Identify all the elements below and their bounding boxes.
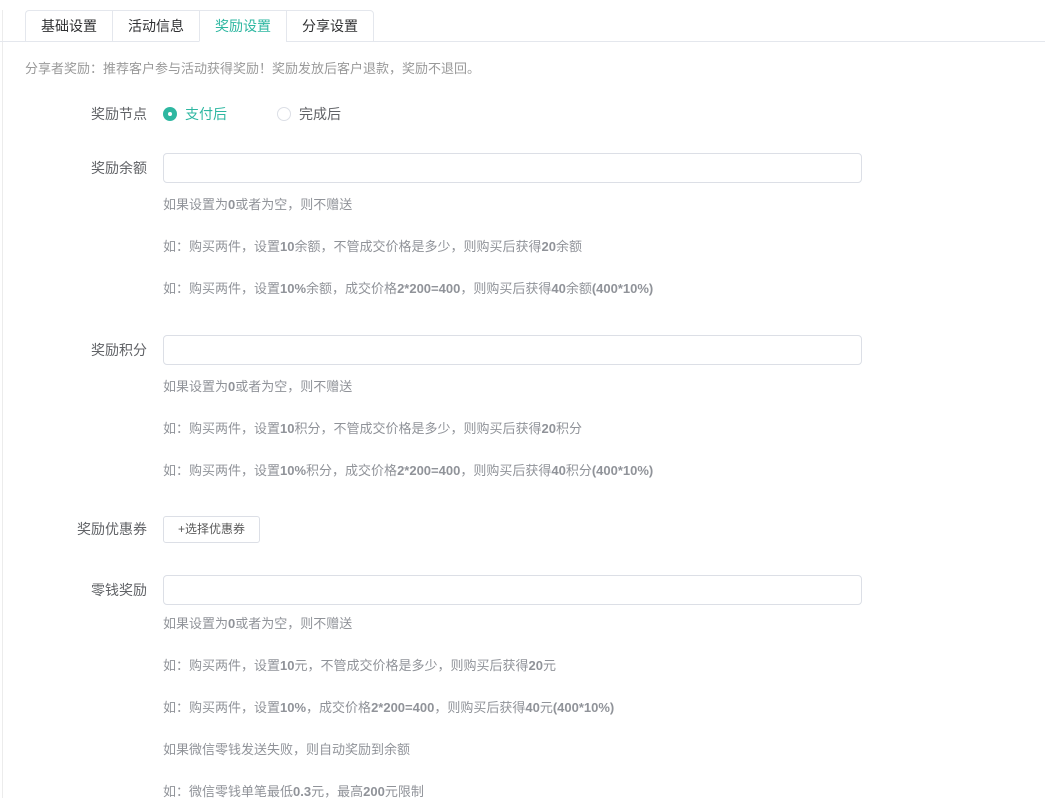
reward-coupon-label: 奖励优惠券 xyxy=(0,516,163,543)
cash-reward-input[interactable] xyxy=(163,575,862,605)
reward-node-row: 奖励节点 支付后 完成后 xyxy=(0,105,1045,123)
reward-balance-row: 奖励余额 xyxy=(0,153,1045,183)
hint-text: 如果设置为0或者为空，则不赠送 xyxy=(163,380,1045,394)
hint-text: 如果微信零钱发送失败，则自动奖励到余额 xyxy=(163,743,1045,757)
reward-balance-hints: 如果设置为0或者为空，则不赠送 如：购买两件，设置10余额，不管成交价格是多少，… xyxy=(163,198,1045,296)
reward-balance-input[interactable] xyxy=(163,153,862,183)
reward-points-label: 奖励积分 xyxy=(0,335,163,365)
hint-text: 如：购买两件，设置10%余额，成交价格2*200=400，则购买后获得40余额(… xyxy=(163,282,1045,296)
hint-text: 如果设置为0或者为空，则不赠送 xyxy=(163,198,1045,212)
hint-text: 如：购买两件，设置10元，不管成交价格是多少，则购买后获得20元 xyxy=(163,659,1045,673)
cash-reward-label: 零钱奖励 xyxy=(0,575,163,605)
hint-text-clipped: 如：微信零钱单笔最低0.3元，最高200元限制 xyxy=(163,785,1045,799)
reward-points-hints: 如果设置为0或者为空，则不赠送 如：购买两件，设置10积分，不管成交价格是多少，… xyxy=(163,380,1045,478)
tab-basic-settings[interactable]: 基础设置 xyxy=(25,10,112,42)
cash-reward-hints: 如果设置为0或者为空，则不赠送 如：购买两件，设置10元，不管成交价格是多少，则… xyxy=(163,617,1045,799)
hint-text: 如：购买两件，设置10%，成交价格2*200=400，则购买后获得40元(400… xyxy=(163,701,1045,715)
cash-reward-row: 零钱奖励 xyxy=(0,575,1045,605)
reward-balance-label: 奖励余额 xyxy=(0,153,163,183)
reward-points-row: 奖励积分 xyxy=(0,335,1045,365)
reward-node-options: 支付后 完成后 xyxy=(163,105,341,123)
tab-activity-info[interactable]: 活动信息 xyxy=(112,10,199,42)
page-left-edge xyxy=(2,10,3,798)
reward-node-label: 奖励节点 xyxy=(0,105,163,123)
radio-unchecked-icon xyxy=(277,107,291,121)
radio-after-completion-label: 完成后 xyxy=(299,105,341,123)
tab-share-settings[interactable]: 分享设置 xyxy=(286,10,374,42)
reward-coupon-row: 奖励优惠券 +选择优惠券 xyxy=(0,516,1045,543)
radio-after-payment[interactable]: 支付后 xyxy=(163,105,227,123)
hint-text: 如果设置为0或者为空，则不赠送 xyxy=(163,617,1045,631)
hint-text: 如：购买两件，设置10余额，不管成交价格是多少，则购买后获得20余额 xyxy=(163,240,1045,254)
radio-checked-icon xyxy=(163,107,177,121)
settings-tab-bar: 基础设置 活动信息 奖励设置 分享设置 xyxy=(0,10,1045,42)
reward-points-input[interactable] xyxy=(163,335,862,365)
tabs-group: 基础设置 活动信息 奖励设置 分享设置 xyxy=(25,10,374,42)
radio-after-payment-label: 支付后 xyxy=(185,105,227,123)
select-coupon-button[interactable]: +选择优惠券 xyxy=(163,516,260,543)
hint-text: 如：购买两件，设置10积分，不管成交价格是多少，则购买后获得20积分 xyxy=(163,422,1045,436)
radio-after-completion[interactable]: 完成后 xyxy=(277,105,341,123)
page-description: 分享者奖励：推荐客户参与活动获得奖励！奖励发放后客户退款，奖励不退回。 xyxy=(25,61,1045,77)
tab-reward-settings[interactable]: 奖励设置 xyxy=(199,10,286,42)
hint-text: 如：购买两件，设置10%积分，成交价格2*200=400，则购买后获得40积分(… xyxy=(163,464,1045,478)
